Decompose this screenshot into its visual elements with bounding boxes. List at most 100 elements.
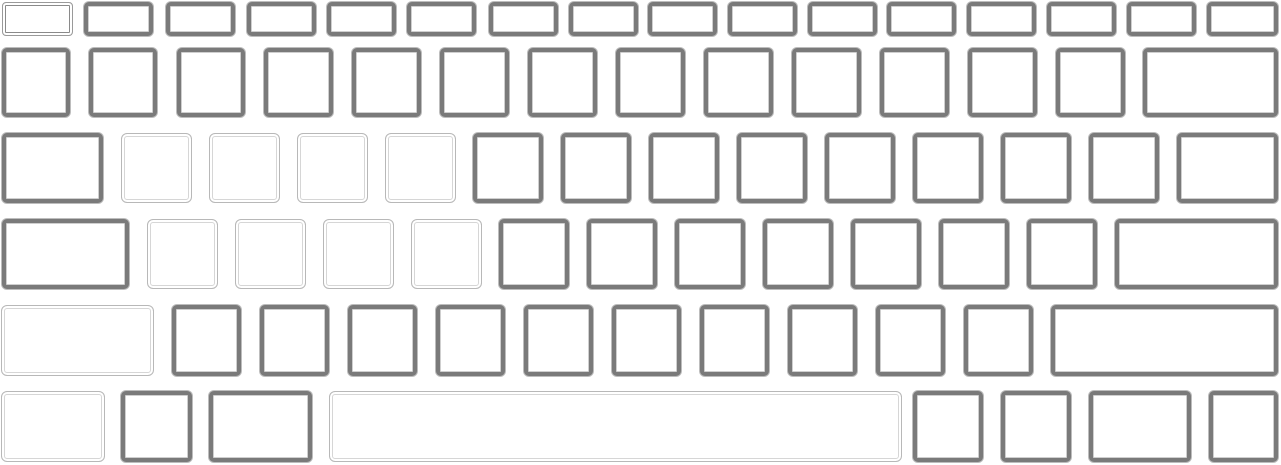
key-r[interactable] (385, 133, 456, 203)
key-backspace[interactable] (1143, 48, 1278, 117)
key-equals[interactable] (1056, 48, 1125, 117)
key-b[interactable] (524, 305, 593, 376)
key-minus[interactable] (968, 48, 1037, 117)
key-y[interactable] (561, 133, 631, 203)
key-e[interactable] (297, 133, 368, 203)
key-p[interactable] (913, 133, 983, 203)
key-f7[interactable] (569, 2, 638, 36)
key-label (972, 52, 1033, 113)
key-caps[interactable] (2, 219, 129, 289)
key-f9[interactable] (728, 2, 797, 36)
key-label (679, 223, 741, 285)
key-f[interactable] (411, 219, 482, 289)
key-f6[interactable] (489, 2, 558, 36)
key-g[interactable] (499, 219, 569, 289)
key-h[interactable] (587, 219, 657, 289)
key-backslash[interactable] (1177, 133, 1278, 203)
key-8[interactable] (704, 48, 773, 117)
key-6[interactable] (528, 48, 597, 117)
key-rctrl[interactable] (1209, 391, 1278, 462)
key-u[interactable] (649, 133, 719, 203)
key-label (1051, 6, 1112, 32)
key-f4[interactable] (327, 2, 396, 36)
key-f2[interactable] (166, 2, 235, 36)
key-quote[interactable] (1027, 219, 1097, 289)
key-rshift[interactable] (1051, 305, 1278, 376)
key-a[interactable] (147, 219, 218, 289)
key-v[interactable] (436, 305, 505, 376)
key-label (6, 52, 66, 113)
key-t[interactable] (473, 133, 543, 203)
key-slash[interactable] (964, 305, 1033, 376)
key-1[interactable] (89, 48, 157, 117)
key-7[interactable] (616, 48, 685, 117)
key-f3[interactable] (247, 2, 316, 36)
key-label (652, 6, 713, 32)
key-x[interactable] (260, 305, 329, 376)
key-label (891, 6, 952, 32)
key-rcmd[interactable] (913, 391, 983, 462)
key-tab[interactable] (2, 133, 103, 203)
key-f1[interactable] (84, 2, 153, 36)
key-label (565, 137, 627, 199)
key-rbracket[interactable] (1089, 133, 1159, 203)
key-backtick[interactable] (2, 48, 70, 117)
key-j[interactable] (675, 219, 745, 289)
key-o[interactable] (825, 133, 895, 203)
key-label (767, 223, 829, 285)
key-f8[interactable] (648, 2, 717, 36)
key-q[interactable] (121, 133, 192, 203)
key-label (330, 392, 901, 461)
key-lctrl[interactable] (1, 391, 105, 462)
key-ralt[interactable] (1001, 391, 1071, 462)
key-space[interactable] (329, 391, 902, 462)
key-label (181, 52, 241, 113)
key-0[interactable] (880, 48, 949, 117)
key-lcmd[interactable] (209, 391, 312, 462)
key-comma[interactable] (788, 305, 857, 376)
key-w[interactable] (209, 133, 280, 203)
key-2[interactable] (177, 48, 245, 117)
key-label (444, 52, 505, 113)
key-label (528, 309, 589, 372)
key-label (971, 6, 1032, 32)
key-semicolon[interactable] (939, 219, 1009, 289)
key-enter[interactable] (1115, 219, 1278, 289)
key-label (917, 395, 979, 458)
key-s[interactable] (235, 219, 306, 289)
key-label (616, 309, 677, 372)
key-period[interactable] (876, 305, 945, 376)
key-3[interactable] (264, 48, 333, 117)
key-f12[interactable] (967, 2, 1036, 36)
key-label (1055, 309, 1274, 372)
key-label (88, 6, 149, 32)
key-label (93, 52, 153, 113)
key-fn[interactable] (1089, 391, 1191, 462)
key-4[interactable] (352, 48, 421, 117)
key-z[interactable] (172, 305, 241, 376)
key-label (704, 309, 765, 372)
key-label (493, 6, 554, 32)
key-f14[interactable] (1127, 2, 1196, 36)
key-label (741, 137, 803, 199)
key-k[interactable] (763, 219, 833, 289)
key-l[interactable] (851, 219, 921, 289)
key-label (3, 3, 72, 35)
key-m[interactable] (700, 305, 769, 376)
key-i[interactable] (737, 133, 807, 203)
key-f13[interactable] (1047, 2, 1116, 36)
key-power[interactable] (1207, 2, 1278, 36)
key-f5[interactable] (407, 2, 476, 36)
key-9[interactable] (792, 48, 861, 117)
key-f11[interactable] (887, 2, 956, 36)
key-c[interactable] (348, 305, 417, 376)
key-label (1181, 137, 1274, 199)
key-5[interactable] (440, 48, 509, 117)
key-d[interactable] (323, 219, 394, 289)
key-esc[interactable] (2, 2, 73, 36)
key-n[interactable] (612, 305, 681, 376)
key-lbracket[interactable] (1001, 133, 1071, 203)
key-lalt[interactable] (121, 391, 192, 462)
key-f10[interactable] (808, 2, 877, 36)
key-lshift[interactable] (1, 305, 154, 376)
